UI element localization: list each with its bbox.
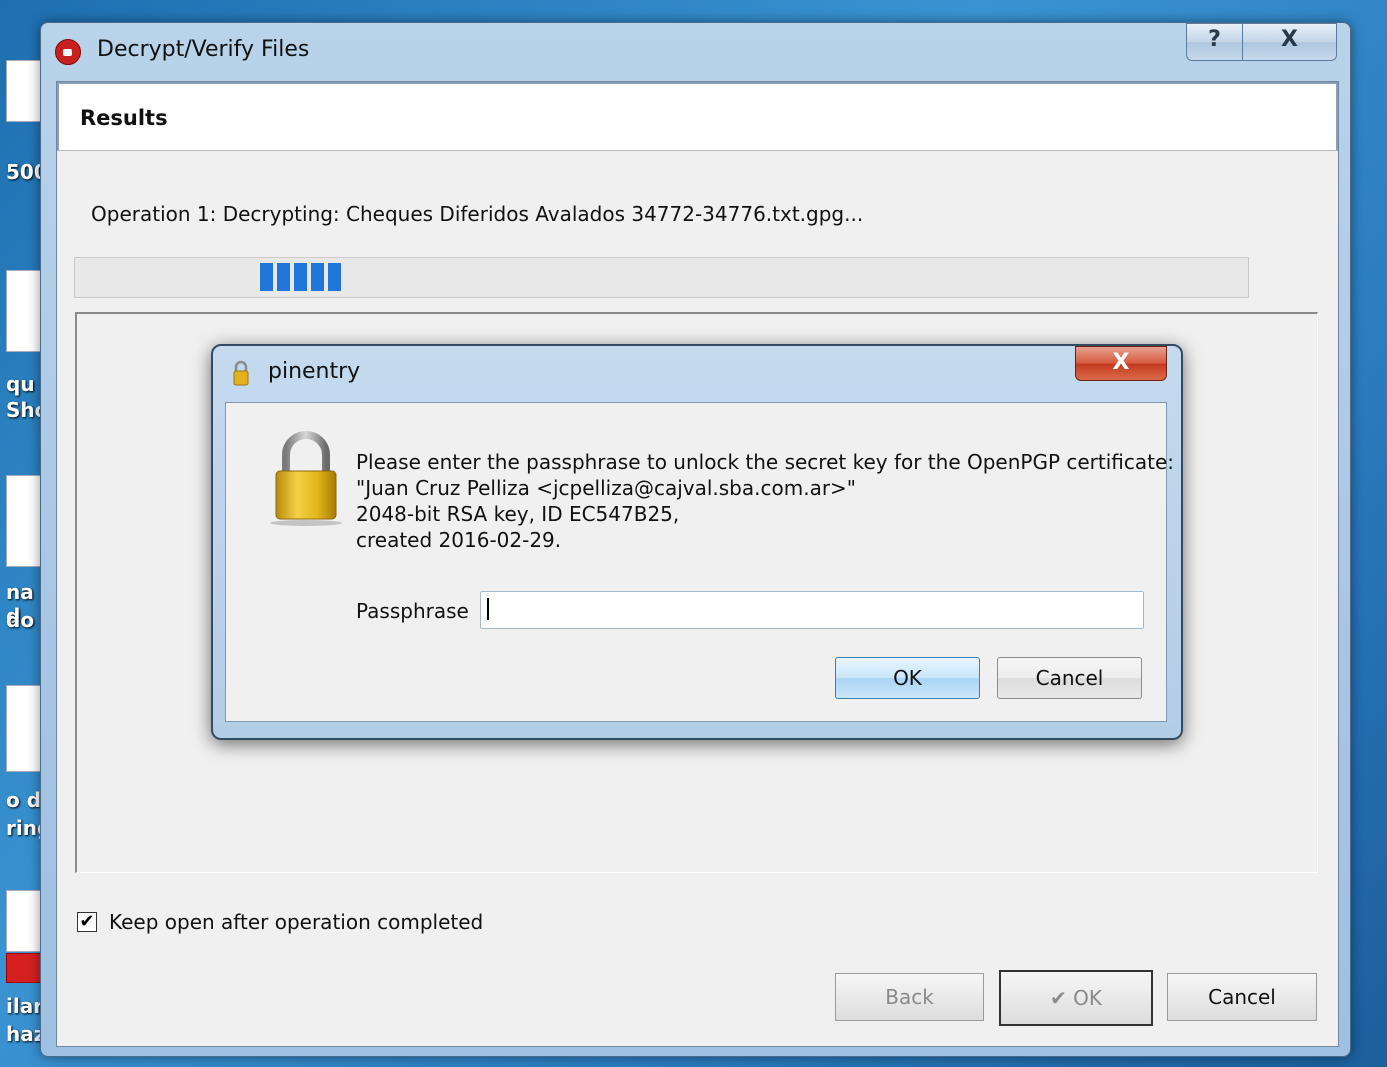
prompt-line: "Juan Cruz Pelliza <jcpelliza@cajval.sba… bbox=[356, 476, 856, 500]
gpg4win-logo-icon bbox=[55, 39, 81, 65]
back-button[interactable]: Back bbox=[835, 973, 984, 1021]
prompt-line: 2048-bit RSA key, ID EC547B25, bbox=[356, 502, 680, 526]
keep-open-label[interactable]: Keep open after operation completed bbox=[109, 910, 483, 934]
prompt-line: Please enter the passphrase to unlock th… bbox=[356, 450, 1175, 474]
passphrase-prompt-message: Please enter the passphrase to unlock th… bbox=[356, 449, 1175, 553]
dialog-client-area: Please enter the passphrase to unlock th… bbox=[225, 402, 1175, 722]
desktop-document-icon[interactable] bbox=[6, 270, 42, 352]
close-button[interactable]: X bbox=[1242, 23, 1337, 61]
progress-chunk bbox=[328, 263, 341, 291]
progress-chunk bbox=[294, 263, 307, 291]
dialog-ok-button[interactable]: OK bbox=[835, 657, 980, 699]
progress-chunk bbox=[311, 263, 324, 291]
progress-bar bbox=[74, 257, 1249, 298]
text-caret bbox=[487, 598, 489, 620]
pinentry-dialog: pinentry X Please enter the passphrase t… bbox=[211, 344, 1183, 740]
progress-chunk bbox=[260, 263, 273, 291]
padlock-icon bbox=[233, 360, 249, 386]
desktop-label: do bbox=[6, 608, 35, 632]
cancel-button[interactable]: Cancel bbox=[1167, 973, 1317, 1021]
desktop-document-icon[interactable] bbox=[6, 685, 42, 772]
ok-button[interactable]: ✔ OK bbox=[999, 970, 1153, 1026]
dialog-close-button[interactable]: X bbox=[1075, 346, 1167, 381]
desktop-label: qu bbox=[6, 372, 35, 396]
window-title: Decrypt/Verify Files bbox=[97, 37, 310, 62]
desktop-pdf-icon[interactable] bbox=[6, 953, 42, 983]
keep-open-checkbox[interactable]: ✔ bbox=[77, 912, 97, 932]
desktop-document-icon[interactable] bbox=[6, 475, 42, 567]
dialog-title: pinentry bbox=[268, 359, 361, 384]
desktop-left-strip: 500 qu Sho na d do o d ring ilar haz bbox=[0, 0, 51, 1067]
page-title: Results bbox=[80, 106, 168, 130]
operation-status-text: Operation 1: Decrypting: Cheques Diferid… bbox=[91, 202, 864, 226]
progress-chunk bbox=[277, 263, 290, 291]
page-header: Results bbox=[57, 82, 1338, 151]
desktop-document-icon[interactable] bbox=[6, 890, 42, 952]
desktop-label: o d bbox=[6, 788, 42, 812]
passphrase-input[interactable] bbox=[480, 591, 1144, 629]
help-button[interactable]: ? bbox=[1186, 23, 1243, 61]
prompt-line: created 2016-02-29. bbox=[356, 528, 562, 552]
padlock-icon bbox=[270, 431, 342, 526]
desktop-spreadsheet-icon[interactable] bbox=[6, 60, 42, 122]
passphrase-label: Passphrase bbox=[356, 599, 469, 623]
desktop-label: ilar bbox=[6, 994, 44, 1018]
dialog-cancel-button[interactable]: Cancel bbox=[997, 657, 1142, 699]
